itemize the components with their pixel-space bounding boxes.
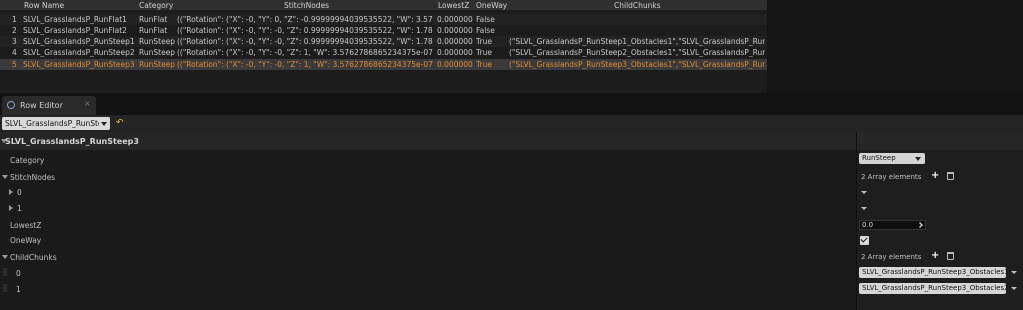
row-lowestz: 0.000000 (437, 15, 473, 24)
expand-arrow-icon[interactable] (2, 255, 8, 259)
drag-grip-icon[interactable] (3, 284, 7, 292)
column-header-row-name[interactable]: Row Name (24, 1, 64, 10)
row-lowestz: 0.000000 (437, 60, 473, 69)
details-header: SLVL_GrasslandsP_RunSteep3 (0, 132, 1023, 150)
chevron-down-icon[interactable] (1011, 287, 1017, 290)
row-selector-dropdown[interactable]: SLVL_GrasslandsP_RunSte (2, 117, 110, 130)
column-splitter[interactable] (856, 132, 857, 310)
row-lowestz: 0.000000 (437, 37, 473, 46)
row-oneway: False (476, 15, 495, 24)
lowestz-label: LowestZ (10, 221, 42, 230)
column-header-category[interactable]: Category (139, 1, 173, 10)
table-row[interactable]: 2 SLVL_GrasslandsP_RunFlat2 RunFlat (("R… (0, 25, 767, 36)
tab-label: Row Editor (20, 101, 63, 110)
drag-handle-icon[interactable] (917, 222, 923, 228)
column-header-lowestz[interactable]: LowestZ (438, 1, 469, 10)
add-element-icon[interactable]: + (931, 251, 939, 261)
row-index: 1 (12, 15, 17, 24)
drag-grip-icon[interactable] (3, 268, 7, 276)
category-value: RunSteep (862, 154, 896, 162)
expand-arrow-icon[interactable] (9, 189, 13, 195)
tab-row-editor[interactable]: Row Editor × (2, 96, 96, 115)
row-childchunks: ("SLVL_GrasslandsP_RunSteep3_Obstacles1"… (509, 60, 765, 69)
column-header-childchunks[interactable]: ChildChunks (614, 1, 661, 10)
row-stitchnodes: (("Rotation": ("X": -0, "Y": -0, "Z": 0.… (177, 37, 433, 46)
row-editor-toolbar: SLVL_GrasslandsP_RunSte ↶ (0, 115, 1023, 132)
oneway-label: OneWay (10, 236, 42, 245)
row-stitchnodes: (("Rotation": ("X": -0, "Y": -0, "Z": 1,… (177, 48, 433, 57)
column-header-oneway[interactable]: OneWay (476, 1, 507, 10)
tab-bar: Row Editor × (0, 93, 1023, 115)
category-dropdown[interactable]: RunSteep (859, 153, 925, 164)
childchunk-index-1: 1 (16, 285, 21, 294)
stitchnode-index-0: 0 (17, 188, 22, 197)
row-index: 2 (12, 26, 17, 35)
row-stitchnodes: (("Rotation": ("X": -0, "Y": 0, "Z": -0.… (177, 15, 433, 24)
row-name: SLVL_GrasslandsP_RunSteep2 (23, 48, 135, 57)
expand-arrow-icon[interactable] (2, 175, 8, 179)
row-selector-value: SLVL_GrasslandsP_RunSte (5, 119, 99, 128)
magnifier-icon (7, 101, 15, 109)
row-stitchnodes: (("Rotation": ("X": -0, "Y": -0, "Z": 0.… (177, 26, 433, 35)
details-panel: SLVL_GrasslandsP_RunSteep3 Category RunS… (0, 132, 1023, 310)
stitchnode-index-1: 1 (17, 204, 22, 213)
row-oneway: True (476, 37, 492, 46)
childchunk-combo-1[interactable]: SLVL_GrasslandsP_RunSteep3_Obstacles2 (859, 283, 1009, 294)
row-category: RunSteep (139, 37, 175, 46)
table-row[interactable]: 1 SLVL_GrasslandsP_RunFlat1 RunFlat (("R… (0, 14, 767, 25)
row-lowestz: 0.000000 (437, 26, 473, 35)
row-category: RunFlat (139, 26, 168, 35)
row-oneway: True (476, 60, 492, 69)
close-icon[interactable]: × (84, 100, 92, 108)
childchunk-value-1: SLVL_GrasslandsP_RunSteep3_Obstacles2 (862, 284, 1009, 292)
childchunks-label: ChildChunks (10, 253, 57, 262)
empty-area (767, 0, 1023, 93)
row-name: SLVL_GrasslandsP_RunFlat1 (23, 15, 127, 24)
table-row-selected[interactable]: 5 SLVL_GrasslandsP_RunSteep3 RunSteep ((… (0, 59, 767, 70)
row-index: 5 (12, 60, 17, 69)
row-index: 4 (12, 48, 17, 57)
table-row[interactable]: 4 SLVL_GrasslandsP_RunSteep2 RunSteep ((… (0, 47, 767, 58)
chevron-down-icon (915, 157, 921, 161)
category-label: Category (10, 156, 45, 165)
trash-icon[interactable] (947, 252, 954, 260)
childchunk-index-0: 0 (16, 269, 21, 278)
row-category: RunSteep (139, 60, 175, 69)
row-name: SLVL_GrasslandsP_RunSteep1 (23, 37, 135, 46)
childchunk-combo-0[interactable]: SLVL_GrasslandsP_RunSteep3_Obstacles1 (859, 267, 1009, 278)
row-childchunks: ("SLVL_GrasslandsP_RunSteep1_Obstacles1"… (509, 37, 765, 46)
row-childchunks: ("SLVL_GrasslandsP_RunSteep2_Obstacles1"… (509, 48, 765, 57)
table-row[interactable]: 3 SLVL_GrasslandsP_RunSteep1 RunSteep ((… (0, 36, 767, 47)
childchunk-value-0: SLVL_GrasslandsP_RunSteep3_Obstacles1 (862, 268, 1009, 276)
add-element-icon[interactable]: + (931, 171, 939, 181)
reset-arrow-icon[interactable]: ↶ (116, 119, 125, 128)
row-index: 3 (12, 37, 17, 46)
chevron-down-icon[interactable] (1011, 271, 1017, 274)
childchunks-count: 2 Array elements (861, 253, 922, 261)
stitchnodes-count: 2 Array elements (861, 173, 922, 181)
row-category: RunSteep (139, 48, 175, 57)
table-header: Row Name Category StitchNodes LowestZ On… (0, 0, 767, 10)
row-name: SLVL_GrasslandsP_RunFlat2 (23, 26, 127, 35)
stitchnodes-label: StitchNodes (10, 173, 56, 182)
row-stitchnodes: (("Rotation": ("X": -0, "Y": -0, "Z": 1,… (177, 60, 433, 69)
lowestz-input[interactable] (862, 221, 916, 229)
trash-icon[interactable] (947, 172, 954, 180)
data-table: Row Name Category StitchNodes LowestZ On… (0, 0, 767, 93)
column-header-stitchnodes[interactable]: StitchNodes (284, 1, 329, 10)
chevron-down-icon (101, 122, 107, 126)
oneway-checkbox[interactable] (860, 236, 869, 245)
row-lowestz: 0.000000 (437, 48, 473, 57)
lowestz-field[interactable] (859, 220, 926, 230)
row-oneway: True (476, 48, 492, 57)
expand-arrow-icon[interactable] (9, 205, 13, 211)
row-oneway: False (476, 26, 495, 35)
row-category: RunFlat (139, 15, 168, 24)
row-name: SLVL_GrasslandsP_RunSteep3 (23, 60, 135, 69)
details-title: SLVL_GrasslandsP_RunSteep3 (5, 137, 139, 146)
chevron-down-icon[interactable] (861, 207, 867, 210)
chevron-down-icon[interactable] (861, 191, 867, 194)
